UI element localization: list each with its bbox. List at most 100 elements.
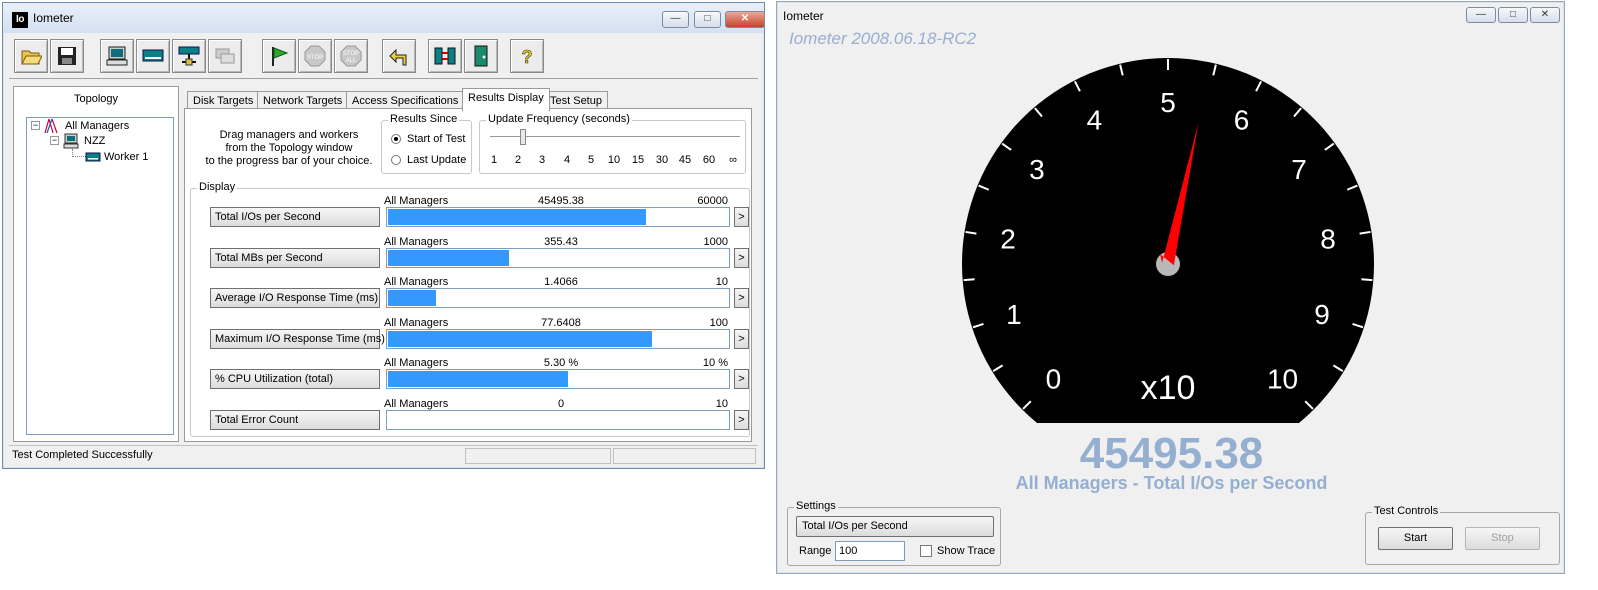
reset-icon: [389, 48, 407, 66]
row-detail-button[interactable]: >: [734, 288, 749, 308]
row-source: All Managers: [384, 357, 449, 369]
start-flag-icon: [272, 47, 289, 66]
stop-button[interactable]: STOP: [298, 39, 332, 73]
metric-select-button[interactable]: Total I/Os per Second: [796, 516, 994, 537]
stop-test-button[interactable]: Stop: [1465, 527, 1540, 550]
tree-item-manager[interactable]: NZZ: [84, 135, 105, 147]
test-controls-group: Test Controls Start Stop: [1365, 505, 1560, 565]
gauge-window: Iometer — □ ✕ Iometer 2008.06.18-RC2 012…: [776, 1, 1565, 574]
frequency-tick-label: 2: [514, 154, 522, 166]
metric-button[interactable]: Average I/O Response Time (ms): [210, 288, 380, 308]
metric-button[interactable]: Maximum I/O Response Time (ms): [210, 329, 385, 349]
progress-fill: [388, 331, 652, 347]
disk-worker-button[interactable]: [136, 39, 170, 73]
status-text: Test Completed Successfully: [12, 449, 153, 461]
metric-button[interactable]: % CPU Utilization (total): [210, 369, 380, 389]
frequency-tick-label: 1: [490, 154, 498, 166]
topology-label: Topology: [73, 93, 119, 105]
settings-group: Settings Total I/Os per Second Range Sho…: [787, 500, 1001, 566]
status-bar: Test Completed Successfully: [9, 445, 758, 465]
network-worker-button[interactable]: [172, 39, 206, 73]
minimize-button[interactable]: —: [662, 11, 689, 28]
exit-button[interactable]: [464, 39, 498, 73]
save-button[interactable]: [50, 39, 84, 73]
gauge-tick: [963, 278, 975, 282]
disconnect-button[interactable]: [428, 39, 462, 73]
progress-bar: [386, 410, 730, 430]
results-display-page: Drag managers and workers from the Topol…: [184, 108, 752, 442]
status-cell-2: [465, 448, 611, 464]
metric-button[interactable]: Total I/Os per Second: [210, 207, 380, 227]
gauge-number: 8: [1320, 224, 1336, 255]
start-of-test-label[interactable]: Start of Test: [407, 133, 466, 145]
row-detail-button[interactable]: >: [734, 329, 749, 349]
last-update-label[interactable]: Last Update: [407, 154, 466, 166]
maximize-button[interactable]: □: [694, 11, 721, 28]
display-label: Display: [197, 181, 238, 193]
row-detail-button[interactable]: >: [734, 207, 749, 227]
gauge-multiplier: x10: [1141, 369, 1196, 407]
row-detail-button[interactable]: >: [734, 369, 749, 389]
frequency-tick-label: 4: [563, 154, 571, 166]
frequency-tick-label: 3: [538, 154, 546, 166]
status-cell-3: [613, 448, 756, 464]
gauge-number: 3: [1029, 154, 1045, 185]
row-max: 60000: [697, 195, 728, 207]
duplicate-worker-button[interactable]: [208, 39, 242, 73]
new-manager-button[interactable]: [100, 39, 134, 73]
disconnect-icon: [434, 47, 456, 65]
manager-computer-icon: [63, 133, 79, 149]
reset-button[interactable]: [382, 39, 416, 73]
row-source: All Managers: [384, 276, 449, 288]
frequency-tick-label: 45: [678, 154, 692, 166]
gauge-number: 6: [1234, 105, 1250, 136]
svg-text:STOP: STOP: [307, 55, 323, 61]
main-window: Io Iometer — □ ✕ STOP STOP ALL ? Topolog…: [2, 2, 765, 469]
gauge-number: 0: [1046, 364, 1062, 395]
metric-button[interactable]: Total Error Count: [210, 410, 380, 430]
gauge-tick: [1361, 278, 1373, 282]
test-controls-label: Test Controls: [1372, 505, 1441, 517]
progress-fill: [388, 290, 436, 306]
close-button[interactable]: ✕: [725, 11, 765, 28]
stop-all-button[interactable]: STOP ALL: [334, 39, 368, 73]
row-value: 355.43: [544, 236, 578, 248]
row-value: 0: [557, 398, 565, 410]
start-of-test-radio[interactable]: [391, 134, 401, 144]
progress-bar: [386, 329, 730, 349]
toolbar: STOP STOP ALL ?: [9, 33, 758, 79]
tree-expander-root[interactable]: −: [31, 121, 40, 130]
progress-fill: [388, 209, 646, 225]
tree-item-worker[interactable]: Worker 1: [104, 151, 148, 163]
svg-text:ALL: ALL: [346, 58, 357, 64]
row-value: 45495.38: [538, 195, 584, 207]
duplicate-worker-icon: [215, 48, 235, 64]
svg-text:?: ?: [522, 47, 533, 67]
frequency-tick-label: 15: [631, 154, 645, 166]
start-button[interactable]: [262, 39, 296, 73]
gauge-number: 4: [1087, 105, 1103, 136]
tree-item-all-managers[interactable]: All Managers: [65, 120, 129, 132]
row-detail-button[interactable]: >: [734, 248, 749, 268]
metric-button[interactable]: Total MBs per Second: [210, 248, 380, 268]
topology-tree: − All Managers − NZZ Worker 1: [26, 117, 174, 435]
show-trace-checkbox[interactable]: [920, 545, 932, 557]
start-test-button[interactable]: Start: [1378, 527, 1453, 550]
tab-results-display[interactable]: Results Display: [462, 88, 550, 111]
gauge-number: 7: [1291, 154, 1307, 185]
range-input[interactable]: [835, 541, 905, 561]
row-max: 10 %: [702, 357, 728, 369]
help-button[interactable]: ?: [510, 39, 544, 73]
stop-icon: STOP: [304, 45, 326, 67]
row-detail-button[interactable]: >: [734, 410, 749, 430]
show-trace-label[interactable]: Show Trace: [937, 545, 995, 557]
gauge-number: 9: [1314, 299, 1330, 330]
row-max: 10: [715, 276, 728, 288]
all-managers-icon: [44, 118, 58, 134]
tree-expander-manager[interactable]: −: [50, 136, 59, 145]
row-value: 5.30 %: [543, 357, 579, 369]
row-source: All Managers: [384, 195, 449, 207]
open-button[interactable]: [14, 39, 48, 73]
frequency-tick-label: 5: [587, 154, 595, 166]
last-update-radio[interactable]: [391, 155, 401, 165]
